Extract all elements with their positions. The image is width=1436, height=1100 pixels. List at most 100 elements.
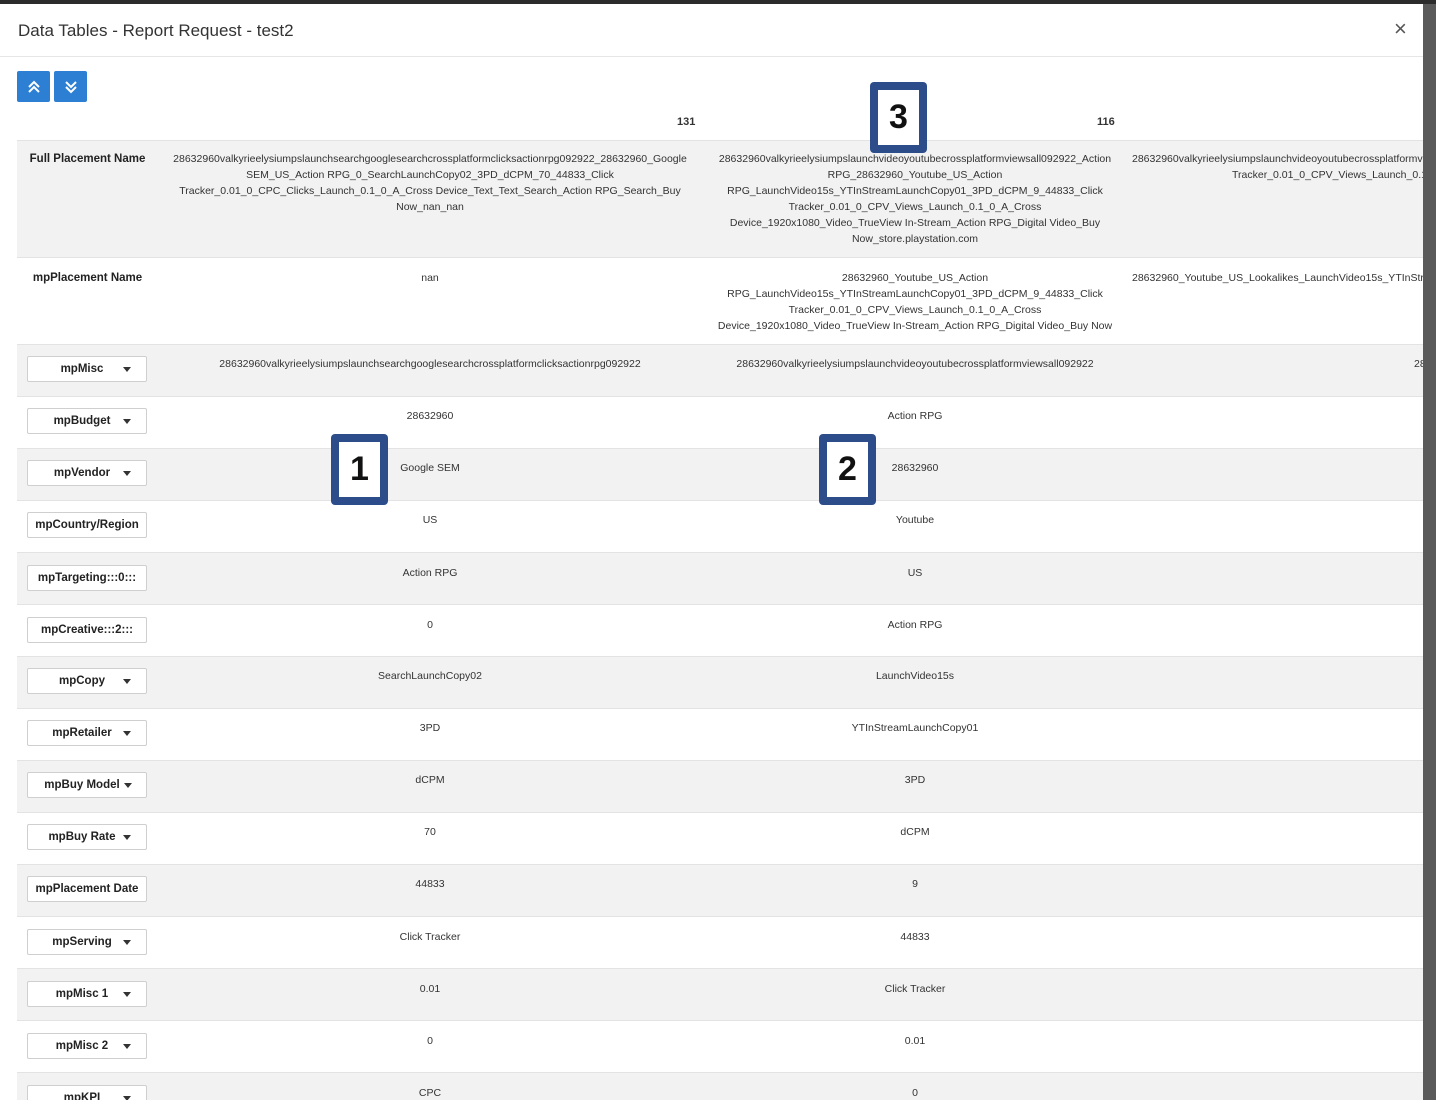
cell-col-2: 28632960valkyrieelysiumpslaunchvideoyout…	[736, 358, 1094, 370]
column-2-count: 116	[1097, 116, 1115, 128]
cell-col-1: SearchLaunchCopy02	[378, 670, 482, 682]
cell-col-2: 9	[912, 878, 918, 890]
field-dropdown-mp-vendor[interactable]: mpVendor	[27, 460, 147, 486]
close-icon[interactable]: ×	[1394, 18, 1407, 40]
dropdown-label: mpCreative:::2:::	[40, 624, 133, 636]
table-row-mp-misc-2: mpMisc 2 0 0.01	[17, 1021, 1423, 1073]
annotation-marker-1: 1	[331, 434, 388, 505]
table-row-mp-placement-date: mpPlacement Date 44833 9	[17, 865, 1423, 917]
cell-col-1: 0	[427, 619, 433, 631]
field-dropdown-mp-misc[interactable]: mpMisc	[27, 356, 147, 382]
cell-col-2: Action RPG	[887, 410, 943, 422]
field-dropdown-mp-country-region[interactable]: mpCountry/Region	[27, 512, 147, 538]
table-row-mp-targeting: mpTargeting:::0::: Action RPG US	[17, 553, 1423, 605]
field-dropdown-mp-serving[interactable]: mpServing	[27, 929, 147, 955]
dialog-header: Data Tables - Report Request - test2 ×	[0, 4, 1423, 57]
field-dropdown-mp-misc-1[interactable]: mpMisc 1	[27, 981, 147, 1007]
cell-col-1: 3PD	[419, 722, 441, 734]
double-chevron-down-icon	[65, 81, 77, 94]
cell-col-2: Click Tracker	[884, 983, 946, 995]
caret-down-icon	[123, 1044, 131, 1049]
cell-col-3: 28632960_Youtube_US_Lookalikes_LaunchVid…	[1132, 272, 1423, 284]
cell-col-2: 28632960_Youtube_US_Action RPG_LaunchVid…	[717, 272, 1113, 332]
collapse-all-button[interactable]	[17, 71, 50, 102]
field-dropdown-mp-misc-2[interactable]: mpMisc 2	[27, 1033, 147, 1059]
caret-down-icon	[123, 367, 131, 372]
cell-col-1: 28632960valkyrieelysiumpslaunchsearchgoo…	[173, 153, 687, 213]
cell-col-3-line-2: Tracker_0.01_0_CPV_Views_Launch_0.1_0_A	[1232, 169, 1423, 181]
table-row-mp-budget: mpBudget 28632960 Action RPG	[17, 397, 1423, 449]
vertical-scrollbar[interactable]	[1423, 4, 1436, 1100]
caret-down-icon	[123, 992, 131, 997]
table-row-mp-retailer: mpRetailer 3PD YTInStreamLaunchCopy01	[17, 709, 1423, 761]
cell-col-1: 28632960	[406, 410, 454, 422]
row-label: mpPlacement Name	[32, 272, 143, 284]
table-row-mp-serving: mpServing Click Tracker 44833	[17, 917, 1423, 969]
table-row-mp-misc-1: mpMisc 1 0.01 Click Tracker	[17, 969, 1423, 1021]
cell-col-2: Action RPG	[887, 619, 943, 631]
cell-col-2: LaunchVideo15s	[875, 670, 955, 682]
caret-down-icon	[123, 679, 131, 684]
double-chevron-up-icon	[28, 80, 40, 93]
table-row-mp-misc: mpMisc 28632960valkyrieelysiumpslaunchse…	[17, 345, 1423, 397]
column-count-row: 131 116	[17, 102, 1423, 141]
column-1-count: 131	[677, 116, 696, 128]
cell-col-3: 28632960valkyrieelysiumpslaunchvideoyout…	[1132, 153, 1423, 165]
marker-number: 2	[827, 442, 868, 497]
cell-col-1: nan	[421, 272, 439, 284]
marker-number: 3	[878, 90, 919, 145]
dropdown-label: mpCountry/Region	[35, 519, 139, 531]
dropdown-label: mpPlacement Date	[35, 883, 139, 895]
data-tables-dialog: Data Tables - Report Request - test2 × 1…	[0, 4, 1423, 1100]
caret-down-icon	[123, 835, 131, 840]
dropdown-label: mpTargeting:::0:::	[37, 572, 137, 584]
cell-col-3: 2863	[1414, 358, 1423, 370]
cell-col-2: dCPM	[900, 826, 930, 838]
cell-col-1: US	[422, 514, 438, 526]
table-row-mp-kpi: mpKPI CPC 0	[17, 1073, 1423, 1100]
table-row-mp-vendor: mpVendor Google SEM 28632960	[17, 449, 1423, 501]
field-dropdown-mp-placement-date[interactable]: mpPlacement Date	[27, 876, 147, 902]
field-dropdown-mp-budget[interactable]: mpBudget	[27, 408, 147, 434]
cell-col-1: CPC	[418, 1087, 442, 1099]
cell-col-2: YTInStreamLaunchCopy01	[851, 722, 979, 734]
field-dropdown-mp-retailer[interactable]: mpRetailer	[27, 720, 147, 746]
annotation-marker-3: 3	[870, 82, 927, 153]
table-row-mp-buy-rate: mpBuy Rate 70 dCPM	[17, 813, 1423, 865]
cell-col-1: 44833	[415, 878, 445, 890]
cell-col-2: 44833	[900, 931, 930, 943]
table-row-mp-buy-model: mpBuy Model dCPM 3PD	[17, 761, 1423, 813]
cell-col-1: Google SEM	[400, 462, 460, 474]
cell-col-2: 0.01	[904, 1035, 926, 1047]
cell-col-2: 28632960valkyrieelysiumpslaunchvideoyout…	[718, 153, 1112, 245]
field-dropdown-mp-copy[interactable]: mpCopy	[27, 668, 147, 694]
cell-col-1: Click Tracker	[399, 931, 461, 943]
field-dropdown-mp-kpi[interactable]: mpKPI	[27, 1085, 147, 1100]
annotation-marker-2: 2	[819, 434, 876, 505]
caret-down-icon	[123, 471, 131, 476]
dialog-title: Data Tables - Report Request - test2	[18, 21, 294, 40]
cell-col-2: 3PD	[904, 774, 926, 786]
cell-col-1: 70	[424, 826, 436, 838]
field-dropdown-mp-creative[interactable]: mpCreative:::2:::	[27, 617, 147, 643]
cell-col-2: 28632960	[891, 462, 939, 474]
caret-down-icon	[123, 940, 131, 945]
cell-col-1: 0.01	[419, 983, 441, 995]
expand-all-button[interactable]	[54, 71, 87, 102]
caret-down-icon	[123, 1096, 131, 1100]
marker-number: 1	[339, 442, 380, 497]
cell-col-1: 28632960valkyrieelysiumpslaunchsearchgoo…	[219, 358, 641, 370]
field-dropdown-mp-targeting[interactable]: mpTargeting:::0:::	[27, 565, 147, 591]
field-dropdown-mp-buy-rate[interactable]: mpBuy Rate	[27, 824, 147, 850]
table-row-mp-copy: mpCopy SearchLaunchCopy02 LaunchVideo15s	[17, 657, 1423, 709]
caret-down-icon	[123, 419, 131, 424]
row-label: Full Placement Name	[29, 153, 146, 165]
cell-col-2: 0	[912, 1087, 918, 1099]
cell-col-2: Youtube	[895, 514, 935, 526]
table-row-mp-creative: mpCreative:::2::: 0 Action RPG	[17, 605, 1423, 657]
cell-col-1: dCPM	[415, 774, 445, 786]
field-dropdown-mp-buy-model[interactable]: mpBuy Model	[27, 772, 147, 798]
caret-down-icon	[124, 783, 132, 788]
cell-col-1: Action RPG	[402, 567, 458, 579]
cell-col-1: 0	[427, 1035, 433, 1047]
